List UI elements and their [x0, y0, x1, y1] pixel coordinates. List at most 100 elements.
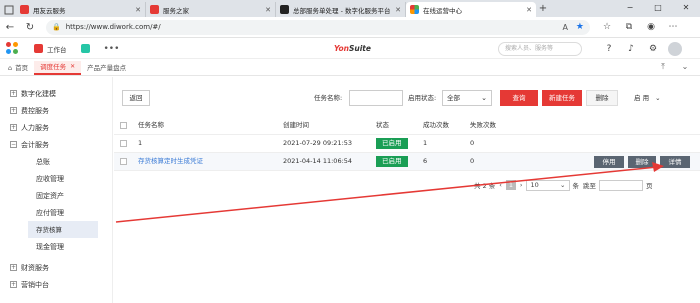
sidebar: + 数字化建模 + 费控服务 + 人力服务 − 会计服务 总账 应收管理 固定资… [0, 77, 113, 303]
sidebar-item-hr[interactable]: + 人力服务 [0, 119, 112, 136]
notification-bell-icon[interactable]: ♪ [620, 42, 642, 56]
close-icon[interactable]: ✕ [395, 6, 401, 14]
main-content: 返回 任务名称: 启用状态: 全部 ⌄ 查询 新建任务 删除 启 用 ⌄ 任务名… [114, 77, 700, 303]
sidebar-sub-inventory-accounting[interactable]: 存货核算 [28, 221, 98, 238]
browser-tab[interactable]: 总部服务单处理 - 数字化服务平台 ✕ [276, 2, 406, 17]
prev-page-icon[interactable]: ‹ [499, 181, 502, 189]
ops-center-favicon-icon [410, 5, 419, 14]
window-controls: − □ ✕ [616, 0, 700, 17]
table-row[interactable]: 存货核算定时生成凭证 2021-04-14 11:06:54 已启用 6 0 停… [114, 153, 700, 171]
brand-suffix: Suite [348, 44, 371, 53]
sidebar-item-accounting[interactable]: − 会计服务 [0, 136, 112, 153]
collapse-icon[interactable]: − [10, 141, 17, 148]
table-row[interactable]: 1 2021-07-29 09:21:53 已启用 1 0 [114, 135, 700, 153]
page-size-select[interactable]: 10 ⌄ [525, 179, 570, 191]
row-checkbox[interactable] [120, 158, 127, 165]
next-page-icon[interactable]: › [520, 181, 523, 189]
home-icon: ⌂ [8, 64, 13, 72]
refresh-icon[interactable]: ↻ [20, 22, 40, 33]
current-page[interactable]: 1 [505, 180, 516, 190]
jump-page-input[interactable] [599, 179, 643, 191]
close-icon[interactable]: ✕ [135, 6, 141, 14]
select-all-checkbox[interactable] [120, 122, 127, 129]
help-icon[interactable]: ? [598, 42, 620, 56]
browser-tab[interactable]: 服务之家 ✕ [146, 2, 276, 17]
sidebar-item-marketing[interactable]: + 营销中台 [0, 276, 112, 293]
maximize-icon[interactable]: □ [644, 0, 672, 17]
disable-button[interactable]: 停用 [594, 156, 624, 168]
sidebar-sub-general-ledger[interactable]: 总账 [0, 153, 112, 170]
details-button[interactable]: 详情 [660, 156, 690, 168]
global-search-input[interactable]: 搜索人员、服务等 [498, 42, 582, 56]
back-arrow-icon[interactable]: ← [0, 22, 20, 33]
delete-button[interactable]: 删除 [586, 90, 618, 106]
app-shortcut[interactable] [80, 44, 94, 53]
row-checkbox[interactable] [120, 140, 127, 147]
success-count-cell: 1 [423, 139, 428, 147]
page-size-value: 10 [530, 180, 539, 189]
pagination: 共 2 条 ‹ 1 › 10 ⌄ 条 跳至 页 [474, 179, 653, 191]
status-badge: 已启用 [376, 156, 408, 167]
expand-icon[interactable]: + [10, 107, 17, 114]
task-name-link[interactable]: 存货核算定时生成凭证 [138, 153, 203, 170]
app-grid-logo-icon[interactable] [6, 41, 20, 56]
enable-dropdown[interactable]: 启 用 ⌄ [634, 90, 670, 106]
yonyou-favicon-icon [20, 5, 29, 14]
page-tab-bar: ⌂ 首页 调度任务 ✕ 产品产量盘点 ⤒ ⌄ [0, 60, 700, 76]
created-time-cell: 2021-04-14 11:06:54 [283, 157, 353, 165]
sidebar-item-expense[interactable]: + 费控服务 [0, 102, 112, 119]
expand-icon[interactable]: + [10, 281, 17, 288]
jump-label: 跳至 [583, 182, 596, 190]
app-header: 工作台 ••• YonSuite 搜索人员、服务等 ? ♪ ⚙ [0, 39, 700, 59]
sidebar-sub-payables[interactable]: 应付管理 [0, 204, 112, 221]
browser-tab[interactable]: 用友云服务 ✕ [16, 2, 146, 17]
workbench-tab[interactable]: 工作台 [34, 44, 67, 54]
close-icon[interactable]: ✕ [265, 6, 271, 14]
tab-production-count[interactable]: 产品产量盘点 [81, 61, 132, 75]
row-delete-button[interactable]: 删除 [628, 156, 656, 168]
header-task-name: 任务名称 [138, 121, 164, 129]
expand-icon[interactable]: + [10, 90, 17, 97]
tab-schedule-task[interactable]: 调度任务 ✕ [34, 60, 82, 75]
table-header-row: 任务名称 创建时间 状态 成功次数 失败次数 [114, 117, 700, 135]
brand-prefix: Yon [334, 44, 349, 53]
favorite-star-icon[interactable]: ★ [576, 22, 584, 32]
task-name-input[interactable] [349, 90, 403, 106]
pin-icon[interactable]: ⤒ [652, 62, 674, 72]
more-menu-icon[interactable]: ⋯ [662, 22, 684, 32]
read-aloud-icon[interactable]: A [562, 23, 567, 32]
created-time-cell: 2021-07-29 09:21:53 [283, 139, 353, 147]
user-avatar[interactable] [668, 42, 682, 56]
new-task-button[interactable]: 新建任务 [542, 90, 582, 106]
header-created-time: 创建时间 [283, 121, 309, 129]
close-icon[interactable]: ✕ [70, 60, 75, 74]
favorites-icon[interactable]: ☆ [596, 22, 618, 32]
sidebar-sub-receivables[interactable]: 应收管理 [0, 170, 112, 187]
profile-icon[interactable]: ◉ [640, 22, 662, 32]
browser-tab-active[interactable]: 在线运营中心 ✕ [406, 2, 536, 17]
url-field[interactable]: 🔒 https://www.diwork.com/#/ A ★ [46, 19, 590, 35]
expand-icon[interactable]: + [10, 124, 17, 131]
close-window-icon[interactable]: ✕ [672, 0, 700, 17]
yonyou-favicon-icon [150, 5, 159, 14]
new-tab-button[interactable]: + [536, 2, 550, 17]
collections-icon[interactable]: ⧉ [618, 22, 640, 32]
more-apps-icon[interactable]: ••• [104, 44, 120, 54]
expand-icon[interactable]: + [10, 264, 17, 271]
status-select[interactable]: 全部 ⌄ [442, 90, 492, 106]
close-icon[interactable]: ✕ [526, 6, 532, 14]
sidebar-sub-fixed-assets[interactable]: 固定资产 [0, 187, 112, 204]
sidebar-item-treasury[interactable]: + 财资服务 [0, 259, 112, 276]
sidebar-item-modeling[interactable]: + 数字化建模 [0, 85, 112, 102]
query-button[interactable]: 查询 [500, 90, 538, 106]
minimize-icon[interactable]: − [616, 0, 644, 17]
tab-actions-icon[interactable] [0, 0, 16, 17]
tab-home[interactable]: ⌂ 首页 [0, 61, 34, 75]
settings-gear-icon[interactable]: ⚙ [642, 42, 664, 56]
sidebar-item-label: 数字化建模 [21, 89, 56, 98]
collapse-tabs-icon[interactable]: ⌄ [674, 62, 696, 72]
back-button[interactable]: 返回 [122, 90, 150, 106]
per-page-unit: 条 [572, 182, 580, 190]
sidebar-sub-cash[interactable]: 现金管理 [0, 238, 112, 255]
workbench-icon [34, 44, 43, 53]
